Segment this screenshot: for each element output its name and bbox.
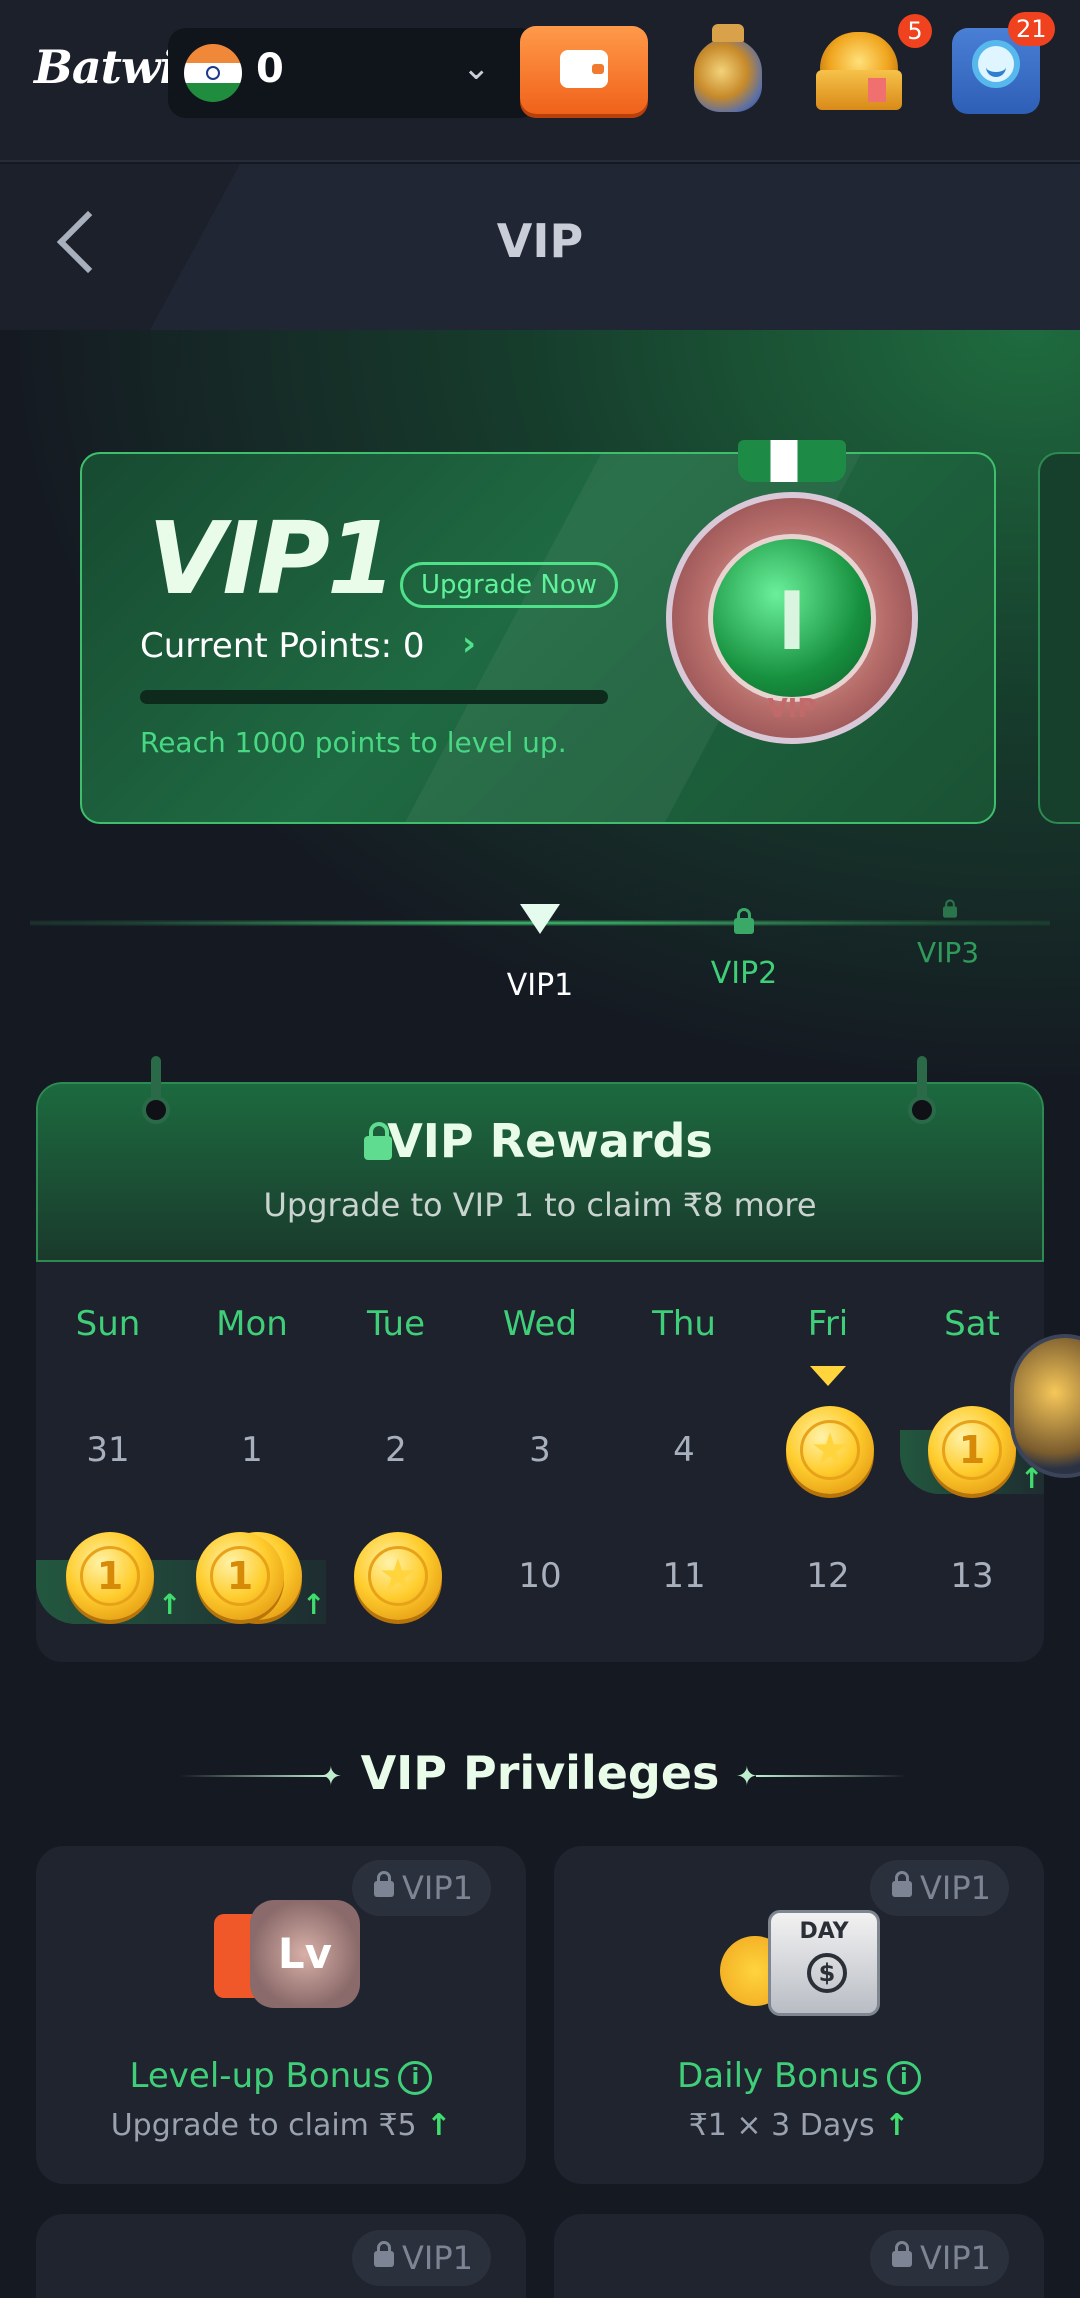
star-coin-reward-icon[interactable]: ★: [786, 1406, 874, 1494]
privilege-name: Daily Bonus i: [554, 2056, 1044, 2096]
level-tab-vip3[interactable]: VIP3: [878, 936, 1018, 969]
info-icon[interactable]: i: [886, 2060, 921, 2095]
up-arrow-icon: ↑: [884, 2108, 910, 2143]
sparkle-icon: ✦: [736, 1762, 758, 1792]
daily-calendar-icon: DAY $: [720, 1904, 890, 2020]
medal-number: I: [777, 575, 807, 668]
coin-reward-icon[interactable]: 1: [928, 1406, 1016, 1494]
level-up-icon: Lv: [206, 1900, 366, 2010]
chevron-right-icon[interactable]: ›: [462, 624, 476, 664]
medal-text: VIP: [767, 694, 817, 724]
calendar-date: 2: [385, 1430, 407, 1470]
weekday-label: Sat: [944, 1304, 1000, 1344]
calendar-date: 11: [662, 1556, 706, 1596]
rewards-title: VIP Rewards: [387, 1114, 713, 1168]
lock-icon: [943, 899, 957, 918]
up-arrow-icon: ↑: [302, 1588, 326, 1621]
level-tab-vip1[interactable]: VIP1: [470, 968, 610, 1003]
support-icon: [972, 40, 1020, 88]
weekday-label: Fri: [807, 1304, 849, 1344]
balance-value: 0: [256, 46, 284, 92]
weekday-label: Wed: [502, 1304, 578, 1344]
india-flag-icon: [184, 44, 242, 102]
chest-notification-badge: 5: [898, 14, 932, 48]
calendar-date: 1: [241, 1430, 263, 1470]
current-points[interactable]: Current Points: 0: [140, 626, 425, 666]
calendar-date: 4: [673, 1430, 695, 1470]
weekday-label: Sun: [75, 1304, 141, 1344]
calendar-date: 10: [518, 1556, 562, 1596]
level-tab-vip2[interactable]: VIP2: [674, 956, 814, 991]
vip-medal-icon: I VIP: [666, 492, 918, 744]
star-coin-reward-icon[interactable]: ★: [354, 1532, 442, 1620]
promo-chest-button[interactable]: [810, 26, 908, 114]
support-notification-badge: 21: [1008, 12, 1055, 46]
treasure-jar-button[interactable]: [688, 24, 768, 116]
privilege-lock-tag: VIP1: [352, 1860, 491, 1916]
next-level-card-peek[interactable]: [1038, 452, 1080, 824]
medal-ribbon: [738, 440, 846, 482]
info-icon[interactable]: i: [398, 2060, 433, 2095]
weekday-label: Mon: [216, 1304, 288, 1344]
chevron-down-icon: ⌄: [462, 48, 491, 88]
active-level-marker-icon: [520, 904, 560, 938]
page-title: VIP: [496, 214, 584, 268]
wallet-button[interactable]: [520, 26, 648, 114]
privilege-lock-tag: VIP1: [352, 2230, 491, 2286]
calendar-date: 3: [529, 1430, 551, 1470]
privilege-lock-tag: VIP1: [870, 1860, 1009, 1916]
trophy-float-button[interactable]: [1010, 1334, 1080, 1478]
balance-selector[interactable]: 0 ⌄: [168, 28, 538, 118]
up-arrow-icon: ↑: [158, 1588, 182, 1621]
up-arrow-icon: ↑: [426, 2108, 452, 2143]
privilege-desc: Upgrade to claim ₹5 ↑: [110, 2108, 452, 2143]
calendar-date: 12: [806, 1556, 850, 1596]
coin-reward-icon[interactable]: 1: [66, 1532, 154, 1620]
weekday-label: Thu: [652, 1304, 716, 1344]
privilege-desc: ₹1 × 3 Days ↑: [688, 2108, 910, 2143]
weekday-label: Tue: [366, 1304, 426, 1344]
privileges-title: VIP Privileges: [360, 1746, 720, 1800]
privilege-name: Level-up Bonus i: [36, 2056, 526, 2096]
calendar-date: 13: [950, 1556, 994, 1596]
rewards-subtitle: Upgrade to VIP 1 to claim ₹8 more: [263, 1186, 817, 1224]
lock-icon: [734, 908, 754, 934]
wallet-icon: [560, 50, 608, 88]
upgrade-now-button[interactable]: Upgrade Now: [400, 562, 619, 608]
coin-reward-icon[interactable]: 1: [196, 1532, 284, 1620]
divider: [756, 1775, 906, 1777]
level-up-hint: Reach 1000 points to level up.: [140, 726, 567, 759]
calendar-date: 31: [86, 1430, 130, 1470]
vip-level-title: VIP1: [148, 500, 396, 617]
privilege-lock-tag: VIP1: [870, 2230, 1009, 2286]
top-bar: Batwin 0 ⌄ 5 21: [0, 0, 1080, 162]
today-marker-icon: [810, 1366, 846, 1386]
points-progress-bar: [140, 690, 608, 704]
